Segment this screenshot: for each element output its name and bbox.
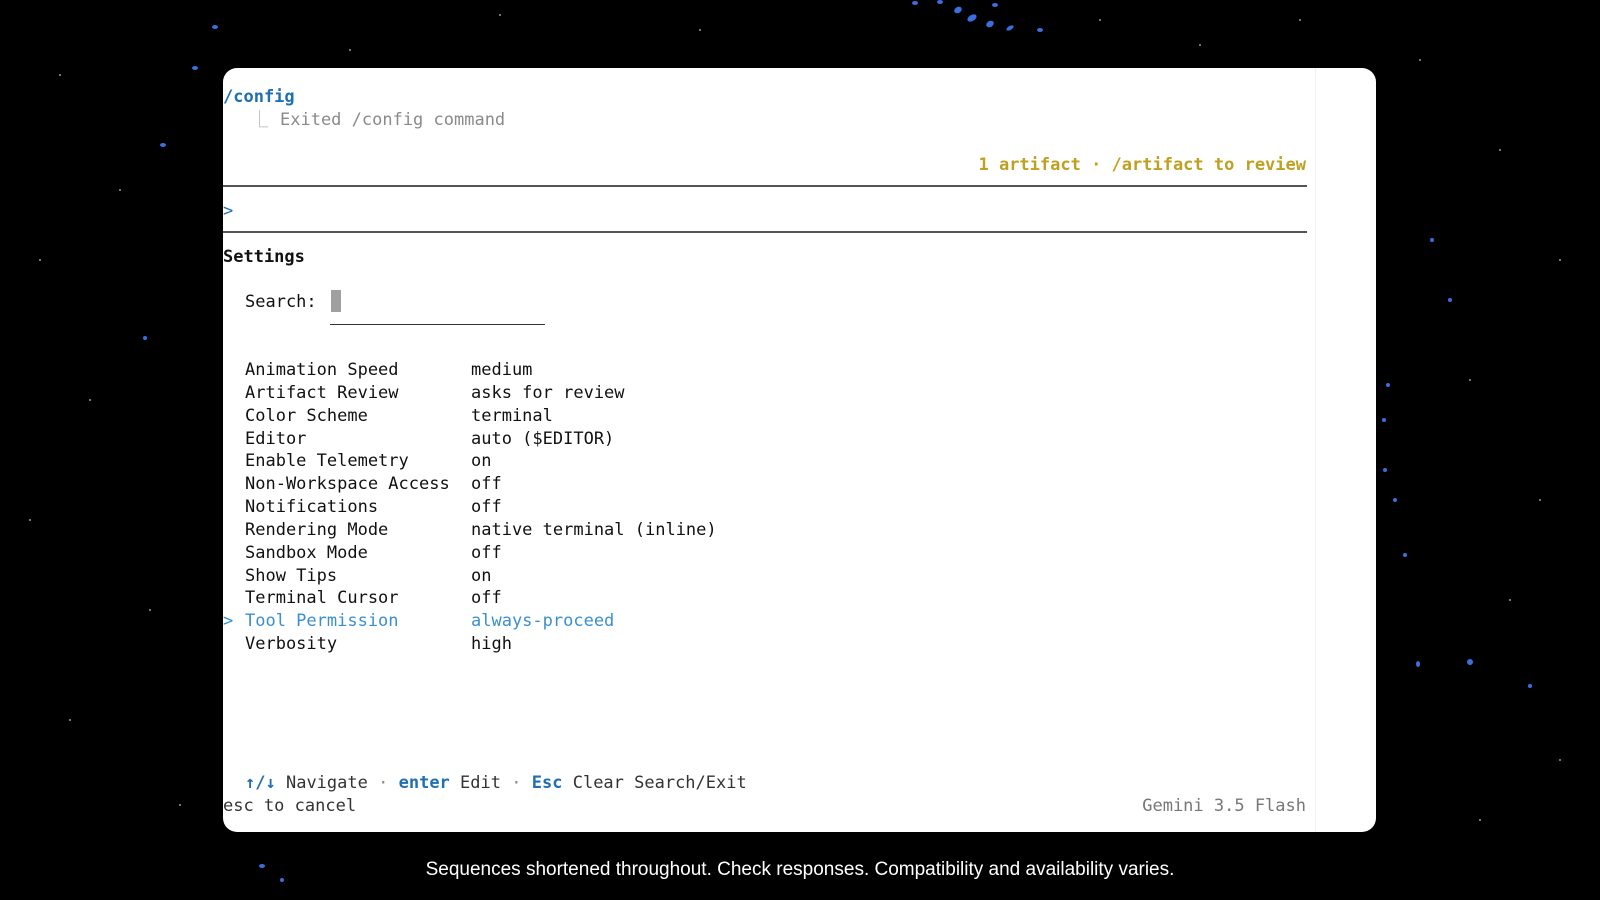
navigate-label: Navigate xyxy=(285,773,368,793)
separator: · xyxy=(378,773,389,793)
settings-title: Settings xyxy=(223,247,305,267)
setting-name: Enable Telemetry xyxy=(245,451,409,472)
setting-value: always-proceed xyxy=(471,611,615,632)
settings-row[interactable]: Enable Telemetry on xyxy=(223,450,1123,473)
setting-name: Verbosity xyxy=(245,634,338,655)
exited-message: Exited /config command xyxy=(280,110,506,130)
setting-value: off xyxy=(471,474,502,495)
setting-name: Non-Workspace Access xyxy=(245,474,450,495)
video-frame: /config ⎿ Exited /config command 1 artifa… xyxy=(0,0,1600,900)
terminal-window: /config ⎿ Exited /config command 1 artifa… xyxy=(223,68,1376,832)
model-name: Gemini 3.5 Flash xyxy=(1142,796,1306,816)
settings-row[interactable]: Show Tips on xyxy=(223,565,1123,588)
selection-marker: > xyxy=(223,611,234,632)
setting-name: Editor xyxy=(245,428,307,449)
settings-row[interactable]: Color Scheme terminal xyxy=(223,405,1123,428)
setting-name: Color Scheme xyxy=(245,405,368,426)
exit-label: Clear Search/Exit xyxy=(572,773,747,793)
setting-value: high xyxy=(471,634,512,655)
search-label: Search: xyxy=(245,292,317,312)
setting-value: on xyxy=(471,451,492,472)
command-echo: /config xyxy=(223,87,295,107)
arrow-keys-hint: ↑/↓ xyxy=(245,773,276,793)
enter-key-hint: enter xyxy=(398,773,450,793)
setting-value: off xyxy=(471,542,502,563)
search-input[interactable] xyxy=(331,290,341,312)
settings-row[interactable]: Sandbox Mode off xyxy=(223,542,1123,565)
settings-row[interactable]: Editor auto ($EDITOR) xyxy=(223,428,1123,451)
setting-value: off xyxy=(471,497,502,518)
input-top-rule xyxy=(223,185,1307,187)
setting-name: Artifact Review xyxy=(245,382,399,403)
settings-row[interactable]: Rendering Mode native terminal (inline) xyxy=(223,519,1123,542)
artifact-notice[interactable]: 1 artifact · /artifact to review xyxy=(978,154,1306,176)
setting-name: Tool Permission xyxy=(245,611,399,632)
settings-list: Animation Speed medium Artifact Review asks… xyxy=(223,359,1123,656)
setting-value: terminal xyxy=(471,405,553,426)
settings-row[interactable]: Non-Workspace Access off xyxy=(223,473,1123,496)
input-bottom-rule xyxy=(223,231,1307,233)
settings-row[interactable]: > Tool Permission always-proceed xyxy=(223,610,1123,633)
separator: · xyxy=(511,773,522,793)
settings-row[interactable]: Artifact Review asks for review xyxy=(223,382,1123,405)
settings-row[interactable]: Verbosity high xyxy=(223,633,1123,656)
setting-name: Show Tips xyxy=(245,565,338,586)
video-caption: Sequences shortened throughout. Check re… xyxy=(425,859,1175,880)
setting-name: Animation Speed xyxy=(245,360,399,380)
setting-value: on xyxy=(471,565,492,586)
setting-value: native terminal (inline) xyxy=(471,519,717,540)
command-result: ⎿ Exited /config command xyxy=(251,109,505,131)
settings-row[interactable]: Animation Speed medium xyxy=(223,359,1123,382)
esc-key-hint: Esc xyxy=(531,773,563,793)
tree-branch-icon: ⎿ xyxy=(251,110,268,130)
setting-value: medium xyxy=(471,360,533,380)
prompt-input[interactable]: > xyxy=(223,200,233,222)
edit-label: Edit xyxy=(460,773,501,793)
keyboard-help: ↑/↓ Navigate · enter Edit · Esc Clear Se… xyxy=(245,772,747,794)
setting-value: auto ($EDITOR) xyxy=(471,428,615,449)
setting-name: Sandbox Mode xyxy=(245,542,368,563)
setting-name: Terminal Cursor xyxy=(245,588,399,609)
setting-name: Rendering Mode xyxy=(245,519,389,540)
settings-row[interactable]: Terminal Cursor off xyxy=(223,587,1123,610)
settings-row[interactable]: Notifications off xyxy=(223,496,1123,519)
setting-value: off xyxy=(471,588,502,609)
cancel-hint: esc to cancel xyxy=(223,796,357,816)
search-underline xyxy=(330,324,545,325)
setting-name: Notifications xyxy=(245,497,379,518)
pane-divider xyxy=(1315,68,1316,832)
setting-value: asks for review xyxy=(471,382,625,403)
